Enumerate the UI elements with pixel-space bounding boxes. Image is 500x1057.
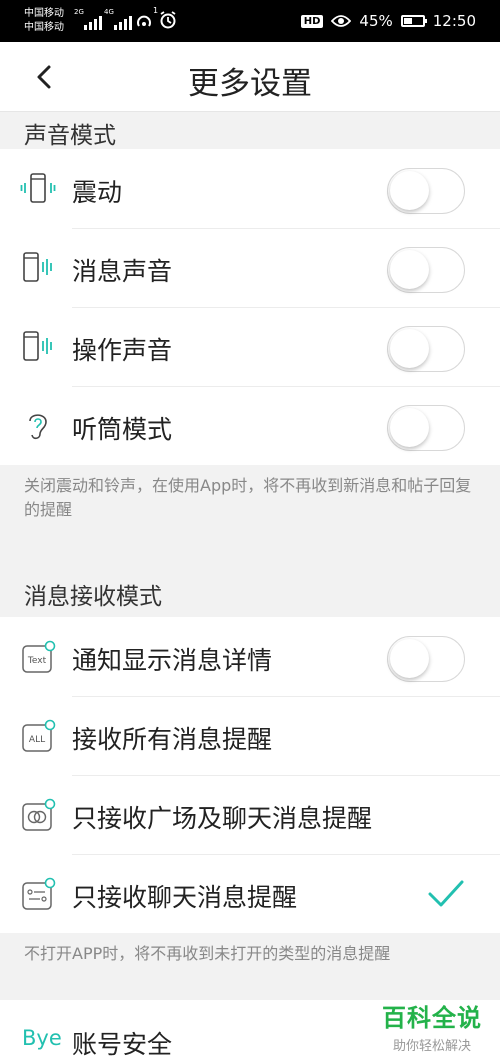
message-sound-label: 消息声音 (72, 257, 173, 286)
signal-2-icon (114, 10, 132, 30)
text-badge-label: Text (27, 656, 47, 666)
all-badge-icon: ALL (22, 719, 56, 752)
status-bar: 中国移动 中国移动 2G 4G 1 HD 45% 12:50 (0, 0, 500, 42)
settings-row-chat-only[interactable]: 只接收聊天消息提醒 (0, 854, 500, 933)
sound-settings-card: 震动 消息声音 操作声音 听筒模式 (0, 149, 500, 465)
hd-badge: HD (300, 14, 324, 28)
show-details-toggle[interactable] (387, 636, 465, 682)
chat-only-label: 只接收聊天消息提醒 (72, 883, 298, 912)
toggle-knob (390, 329, 429, 368)
receive-settings-card: Text 通知显示消息详情 ALL 接收所有消息提醒 只接收广场及聊天消息提醒 (0, 617, 500, 933)
ear-icon (29, 414, 47, 440)
bye-icon-text: Bye (22, 1026, 62, 1050)
battery-icon (400, 15, 427, 27)
text-badge-icon: Text (22, 640, 56, 673)
watermark-title: 百科全说 (382, 1004, 482, 1032)
clock-time: 12:50 (432, 12, 476, 30)
vibrate-label: 震动 (72, 178, 123, 207)
settings-row-earpiece-mode[interactable]: 听筒模式 (0, 386, 500, 465)
message-sound-toggle[interactable] (387, 247, 465, 293)
carrier-1: 中国移动 (24, 8, 64, 19)
carrier-names: 中国移动 中国移动 (24, 7, 64, 35)
vibrate-phone-icon (20, 173, 56, 203)
settings-row-operation-sound[interactable]: 操作声音 (0, 307, 500, 386)
operation-sound-label: 操作声音 (72, 336, 173, 365)
section-title-sound: 声音模式 (24, 123, 116, 149)
settings-row-receive-all[interactable]: ALL 接收所有消息提醒 (0, 696, 500, 775)
network-type-1: 2G (74, 8, 84, 16)
vibrate-toggle[interactable] (387, 168, 465, 214)
toggle-knob (390, 171, 429, 210)
settings-row-vibrate[interactable]: 震动 (0, 149, 500, 228)
operation-sound-phone-icon (23, 331, 52, 361)
nav-header: 更多设置 (0, 42, 500, 112)
battery-percent: 45% (359, 12, 393, 30)
settings-row-show-details[interactable]: Text 通知显示消息详情 (0, 617, 500, 696)
chat-badge-icon (22, 877, 56, 910)
section-title-receive: 消息接收模式 (24, 584, 162, 610)
receive-all-label: 接收所有消息提醒 (72, 725, 273, 754)
alarm-clock-icon (160, 11, 176, 29)
settings-row-message-sound[interactable]: 消息声音 (0, 228, 500, 307)
settings-row-square-and-chat[interactable]: 只接收广场及聊天消息提醒 (0, 775, 500, 854)
account-security-label: 账号安全 (72, 1030, 173, 1057)
earpiece-mode-toggle[interactable] (387, 405, 465, 451)
show-details-label: 通知显示消息详情 (72, 646, 273, 675)
message-sound-phone-icon (23, 252, 52, 282)
hotspot-icon (137, 15, 151, 27)
toggle-knob (390, 250, 429, 289)
battery-level (403, 18, 412, 24)
eye-comfort-icon (331, 15, 352, 27)
watermark: 百科全说 助你轻松解决 (382, 998, 482, 1054)
earpiece-mode-label: 听筒模式 (72, 415, 173, 444)
all-badge-label: ALL (29, 735, 45, 745)
network-type-2: 4G (104, 8, 114, 16)
receive-mode-note: 不打开APP时，将不再收到未打开的类型的消息提醒 (24, 944, 391, 963)
toggle-knob (390, 408, 429, 447)
status-right-group: HD 45% 12:50 (300, 10, 476, 32)
watermark-subtitle: 助你轻松解决 (392, 1039, 471, 1054)
signal-1-icon (84, 10, 102, 30)
checkmark-icon (428, 880, 464, 907)
square-chat-badge-icon (22, 798, 56, 831)
carrier-2: 中国移动 (24, 22, 64, 33)
operation-sound-toggle[interactable] (387, 326, 465, 372)
page-title: 更多设置 (188, 66, 312, 102)
square-and-chat-label: 只接收广场及聊天消息提醒 (72, 804, 373, 833)
sound-mode-note: 关闭震动和铃声，在使用App时，将不再收到新消息和帖子回复的提醒 (24, 476, 472, 519)
toggle-knob (390, 639, 429, 678)
bye-icon: Bye (22, 1026, 62, 1050)
